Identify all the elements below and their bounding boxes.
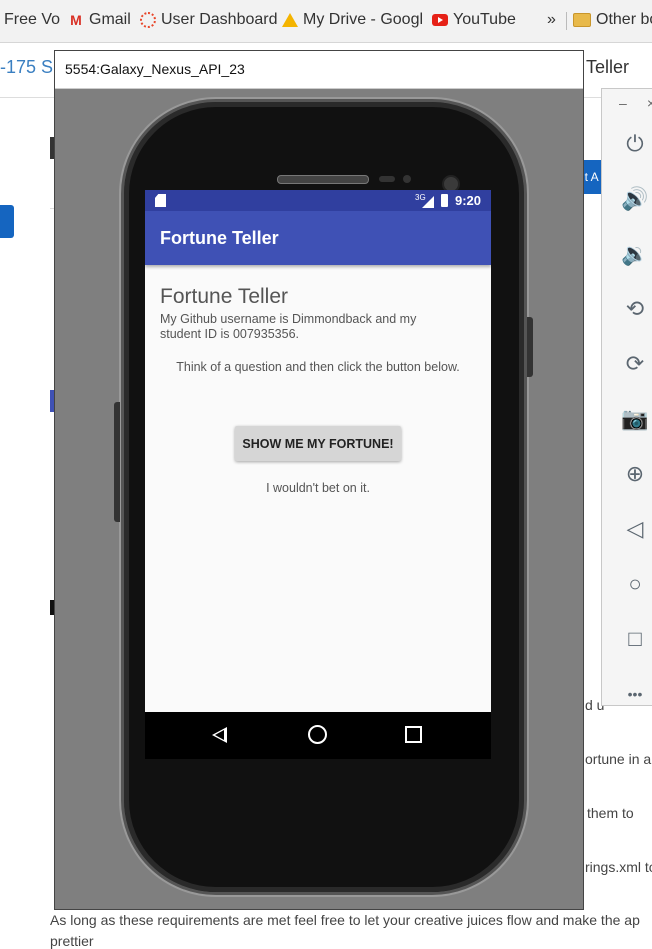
paragraph-fragment-3: them to — [587, 805, 634, 821]
battery-icon — [441, 194, 448, 207]
bookmark-label: Gmail — [89, 11, 131, 28]
submit-button-fragment[interactable]: it A — [582, 160, 602, 194]
gmail-icon: M — [70, 12, 82, 28]
power-icon[interactable]: ⏻ — [620, 129, 650, 159]
paragraph-fragment-2: ortune in a — [585, 751, 652, 767]
device-screen: 3G 9:20 Fortune Teller Fortune Teller My… — [145, 190, 491, 759]
back-icon[interactable] — [212, 727, 227, 743]
emulator-window: 5554:Galaxy_Nexus_API_23 3G 9:20 Fortune… — [54, 50, 584, 910]
paragraph-fragment-4: rings.xml to — [585, 859, 652, 875]
bookmark-user-dashboard[interactable]: User Dashboard — [140, 11, 278, 29]
rotate-left-icon[interactable]: ⟲ — [620, 294, 650, 324]
overview-icon[interactable]: □ — [620, 624, 650, 654]
more-icon[interactable]: ••• — [620, 679, 650, 709]
bookmarks-bar: Free Vo M Gmail User Dashboard My Drive … — [0, 0, 652, 43]
drive-icon — [282, 13, 298, 27]
bookmark-free-vo[interactable]: Free Vo — [4, 11, 60, 29]
home-icon[interactable] — [308, 725, 327, 744]
app-toolbar-title: Fortune Teller — [145, 211, 491, 265]
bookmark-gmail[interactable]: M Gmail — [68, 11, 131, 29]
status-bar: 3G 9:20 — [145, 190, 491, 211]
emulator-title-bar[interactable]: 5554:Galaxy_Nexus_API_23 — [55, 51, 583, 89]
home-icon[interactable]: ○ — [620, 569, 650, 599]
chevron-double-right-icon: » — [547, 11, 556, 28]
light-sensor — [403, 175, 411, 183]
back-icon[interactable]: ◁ — [620, 514, 650, 544]
rotate-right-icon[interactable]: ⟳ — [620, 349, 650, 379]
bookmark-label: User Dashboard — [161, 11, 278, 28]
intro-text: My Github username is Dimmondback and my… — [160, 312, 417, 341]
side-nav-button[interactable] — [0, 205, 14, 238]
show-fortune-button[interactable]: SHOW ME MY FORTUNE! — [235, 426, 401, 461]
youtube-icon — [432, 14, 448, 26]
volume-up-icon[interactable]: 🔊 — [620, 184, 650, 214]
app-content: Fortune Teller My Github username is Dim… — [145, 265, 491, 495]
bookmark-label: My Drive - Googl — [303, 11, 424, 28]
signal-icon — [422, 196, 434, 208]
status-time: 9:20 — [455, 193, 482, 208]
bookmark-label: YouTube — [453, 11, 516, 28]
bookmark-my-drive[interactable]: My Drive - Googl — [282, 11, 423, 29]
volume-down-icon[interactable]: 🔉 — [620, 239, 650, 269]
volume-rocker — [114, 402, 120, 522]
toolbar-window-controls: – × — [602, 89, 652, 119]
bookmark-other-bookmarks[interactable]: Other bo — [573, 11, 652, 29]
page-title-fragment: Teller — [586, 57, 630, 77]
camera-icon[interactable]: 📷 — [620, 404, 650, 434]
prompt-text: Think of a question and then click the b… — [176, 360, 460, 374]
bookmark-divider — [566, 12, 567, 30]
dashboard-icon — [140, 12, 156, 28]
emulator-side-toolbar: – × ⏻ 🔊 🔉 ⟲ ⟳ 📷 ⊕ ◁ ○ □ ••• — [601, 88, 652, 706]
minimize-icon[interactable]: – — [619, 95, 627, 111]
closing-paragraph-line-1: As long as these requirements are met fe… — [50, 912, 640, 928]
proximity-sensor — [379, 176, 395, 182]
close-icon[interactable]: × — [647, 95, 652, 111]
bookmarks-overflow-button[interactable]: » — [547, 11, 556, 29]
sd-card-icon — [155, 194, 166, 207]
power-button-hardware — [527, 317, 533, 377]
app-heading: Fortune Teller — [160, 285, 289, 308]
folder-icon — [573, 13, 591, 27]
navigation-bar — [145, 712, 491, 759]
earpiece-speaker — [277, 175, 369, 184]
fortune-text: I wouldn't bet on it. — [266, 481, 370, 495]
bookmark-youtube[interactable]: YouTube — [432, 11, 516, 29]
bookmark-label: Free Vo — [4, 11, 61, 28]
bookmark-label: Other bo — [596, 11, 652, 28]
zoom-icon[interactable]: ⊕ — [620, 459, 650, 489]
recent-apps-icon[interactable] — [405, 726, 422, 743]
course-title-fragment[interactable]: -175 S — [0, 57, 53, 78]
